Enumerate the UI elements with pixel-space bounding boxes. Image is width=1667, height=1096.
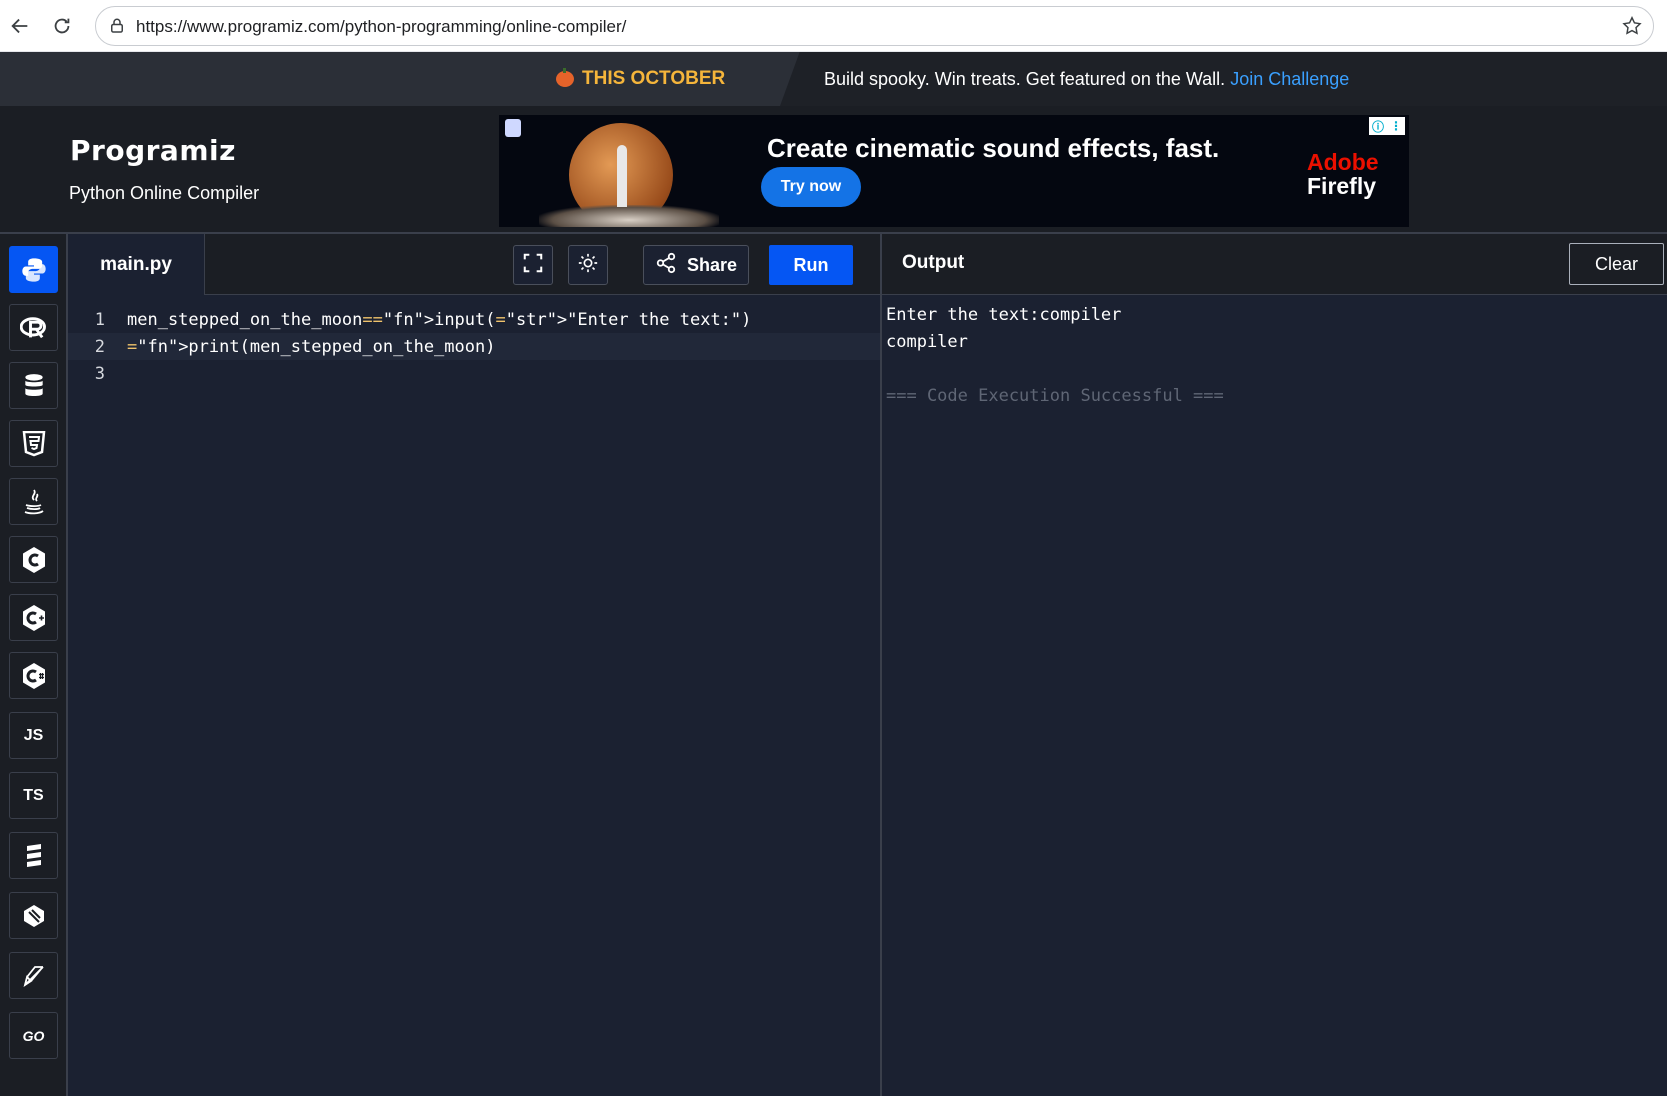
tab-main-py[interactable]: main.py — [68, 234, 205, 295]
code-text: ="fn">print(men_stepped_on_the_moon) — [127, 336, 496, 357]
line-number: 1 — [94, 309, 105, 330]
language-sidebar: JS TS GO — [0, 234, 68, 1096]
r-icon[interactable] — [9, 304, 58, 351]
code-line: 1 men_stepped_on_the_moon=="fn">input(="… — [68, 306, 880, 333]
code-editor[interactable]: 1 men_stepped_on_the_moon=="fn">input(="… — [68, 295, 880, 1096]
page-subtitle: Python Online Compiler — [69, 183, 260, 203]
html5-icon[interactable] — [9, 420, 58, 467]
cpp-icon[interactable] — [9, 594, 58, 641]
execution-status: === Code Execution Successful === — [886, 386, 1224, 406]
lock-icon — [108, 17, 126, 40]
line-number: 3 — [94, 363, 105, 384]
stack-icon[interactable] — [9, 832, 58, 879]
java-icon[interactable] — [9, 478, 58, 525]
code-line: 3 — [68, 360, 880, 387]
sun-icon — [577, 252, 599, 279]
share-label: Share — [686, 254, 738, 275]
line-number: 2 — [94, 336, 105, 357]
fullscreen-button[interactable] — [513, 245, 553, 285]
database-icon[interactable] — [9, 362, 58, 409]
theme-toggle-button[interactable] — [568, 245, 608, 285]
site-header: Programiz Python Online Compiler Create … — [0, 106, 1667, 234]
share-button[interactable]: Share — [643, 245, 749, 285]
swift-icon[interactable] — [9, 892, 58, 939]
share-icon — [655, 252, 677, 279]
ad-brand-firefly: Firefly — [1307, 173, 1377, 199]
ad-brand-adobe: Adobe — [1307, 149, 1379, 175]
ad-shield-icon — [505, 119, 521, 137]
reload-icon[interactable] — [46, 10, 78, 42]
ad-headline: Create cinematic sound effects, fast. — [767, 133, 1220, 163]
code-line: 2 ="fn">print(men_stepped_on_the_moon) — [68, 333, 880, 360]
back-icon[interactable] — [4, 10, 36, 42]
join-challenge-link[interactable]: Join Challenge — [1230, 69, 1349, 89]
rust-icon[interactable] — [9, 952, 58, 999]
go-icon[interactable]: GO — [9, 1012, 58, 1059]
code-text: men_stepped_on_the_moon=="fn">input(="st… — [127, 309, 752, 330]
ad-info-icon[interactable]: ⓘ ⋮ — [1369, 117, 1405, 135]
csharp-icon[interactable] — [9, 652, 58, 699]
ad-try-now-button[interactable]: Try now — [761, 167, 861, 207]
rocket-image — [617, 145, 627, 207]
output-panel: Enter the text:compiler compiler === Cod… — [880, 295, 1667, 1096]
promo-message: Build spooky. Win treats. Get featured o… — [824, 69, 1226, 89]
editor-toolbar: main.py Share Run — [68, 234, 880, 295]
output-line: compiler — [886, 332, 968, 352]
clear-button[interactable]: Clear — [1569, 243, 1664, 285]
promo-banner: THIS OCTOBER Build spooky. Win treats. G… — [0, 52, 1667, 106]
fullscreen-icon — [522, 252, 544, 279]
advertisement[interactable]: Create cinematic sound effects, fast. Tr… — [499, 115, 1409, 227]
pumpkin-icon — [556, 68, 574, 87]
url-text: https://www.programiz.com/python-program… — [136, 17, 627, 36]
c-icon[interactable] — [9, 536, 58, 583]
js-icon[interactable]: JS — [9, 712, 58, 759]
promo-title: THIS OCTOBER — [582, 68, 726, 89]
output-title: Output — [902, 252, 965, 273]
address-bar[interactable]: https://www.programiz.com/python-program… — [95, 6, 1654, 46]
run-button[interactable]: Run — [769, 245, 853, 285]
bookmark-star-icon[interactable] — [1621, 15, 1643, 42]
python-icon[interactable] — [9, 246, 58, 293]
programiz-logo[interactable]: Programiz — [70, 134, 236, 167]
ts-icon[interactable]: TS — [9, 772, 58, 819]
output-line: Enter the text:compiler — [886, 305, 1122, 325]
output-toolbar: Output Clear — [880, 234, 1667, 295]
browser-toolbar: https://www.programiz.com/python-program… — [0, 0, 1667, 52]
